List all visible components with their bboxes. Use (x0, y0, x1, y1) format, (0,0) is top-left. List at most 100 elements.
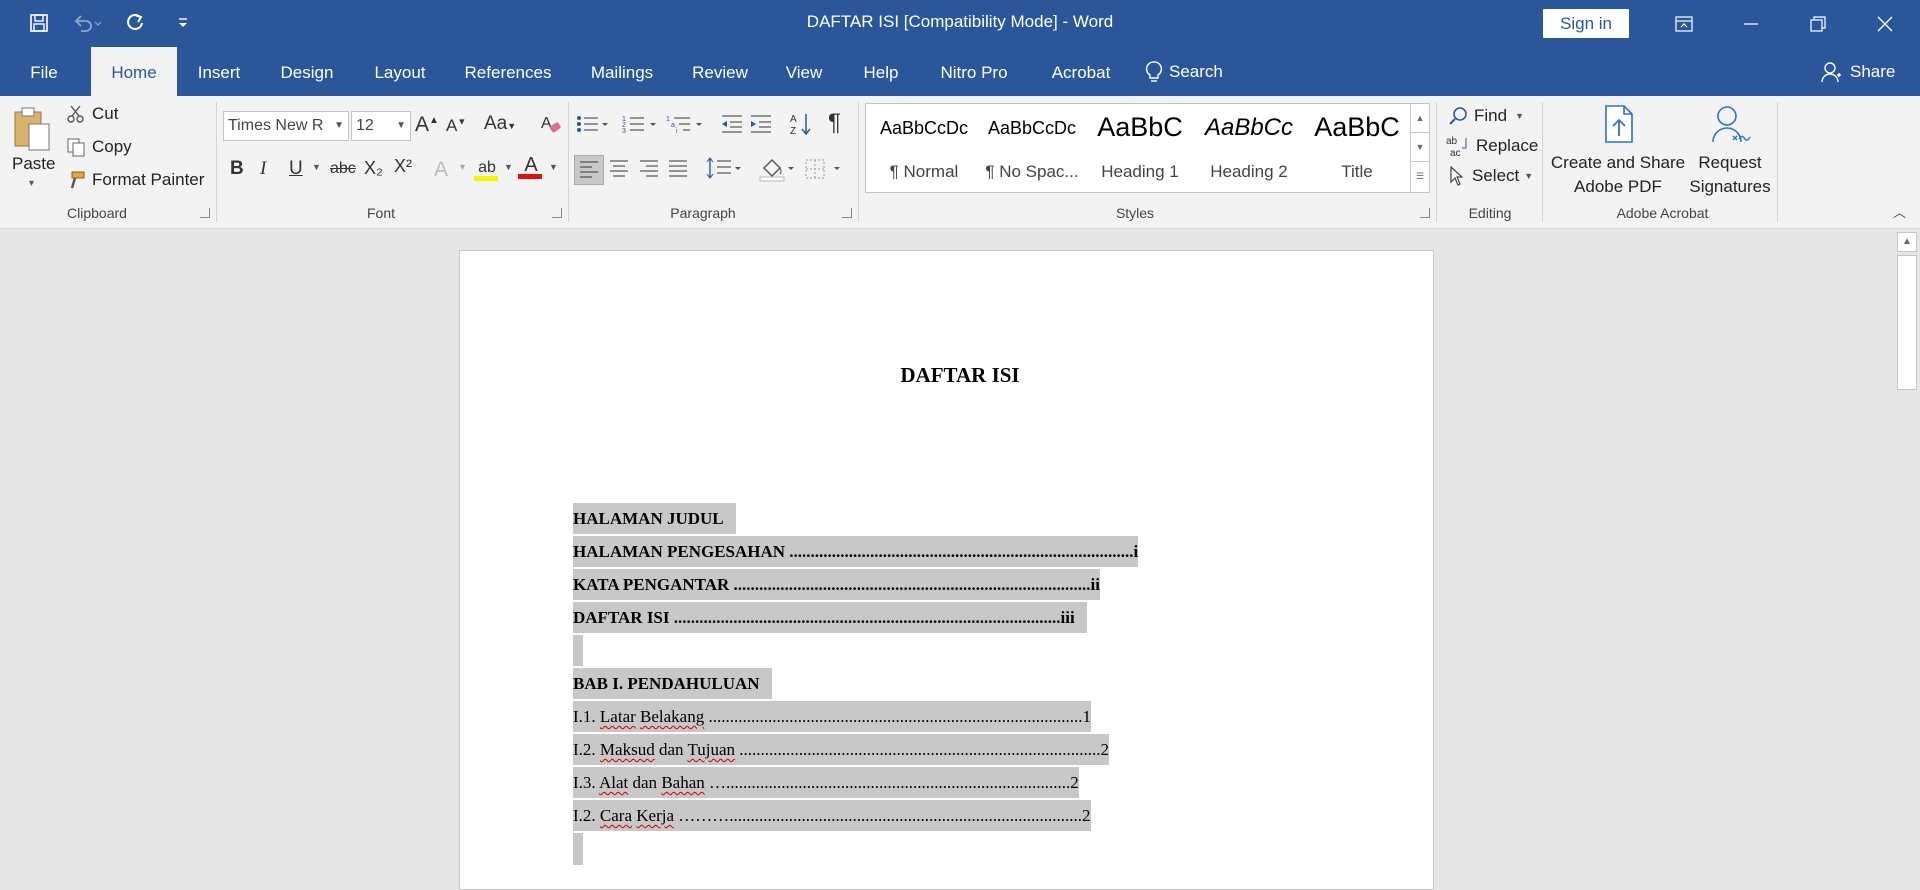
style-sample: AaBbC (1314, 112, 1400, 142)
sort-icon[interactable]: AZ (790, 112, 812, 142)
style-normal[interactable]: AaBbCcDc ¶ Normal (871, 104, 977, 192)
font-name-box[interactable]: Times New R ▼ (223, 111, 349, 141)
toc-entry: I.2. Maksud dan Tujuan .................… (573, 734, 1110, 765)
font-color-dropdown-icon[interactable]: ▼ (549, 162, 558, 172)
styles-launcher-icon[interactable] (1420, 208, 1430, 218)
align-left-button[interactable] (574, 155, 604, 185)
change-case-glyph: Aa (484, 113, 508, 134)
shrink-font-button[interactable]: A▼ (446, 116, 466, 136)
share-label: Share (1850, 61, 1896, 81)
style-heading-1[interactable]: AaBbC Heading 1 (1087, 104, 1193, 192)
gallery-down-icon[interactable]: ▼ (1411, 133, 1429, 162)
clear-formatting-icon[interactable]: A (540, 112, 562, 142)
style-title[interactable]: AaBbC Title (1304, 104, 1410, 192)
underline-button[interactable]: U (289, 158, 303, 180)
group-separator (1777, 102, 1778, 222)
tab-insert[interactable]: Insert (188, 47, 250, 96)
restore-icon[interactable] (1784, 0, 1851, 47)
tab-layout[interactable]: Layout (364, 47, 436, 96)
italic-button[interactable]: I (260, 158, 266, 180)
minimize-icon[interactable] (1717, 0, 1784, 47)
tab-references[interactable]: References (456, 47, 560, 96)
align-center-icon[interactable] (608, 159, 630, 185)
share-button[interactable]: Share (1820, 47, 1895, 96)
create-share-pdf-button[interactable]: Create and Share Adobe PDF (1547, 104, 1689, 200)
document-title: DAFTAR ISI (900, 363, 1020, 387)
cut-button[interactable]: Cut (66, 103, 118, 125)
scroll-thumb[interactable] (1897, 255, 1917, 390)
font-launcher-icon[interactable] (552, 208, 562, 218)
font-size-box[interactable]: 12 ▼ (351, 111, 411, 141)
tab-view[interactable]: View (776, 47, 832, 96)
text-effects-button[interactable]: A (434, 158, 448, 182)
copy-button[interactable]: Copy (66, 136, 132, 158)
style-heading-2[interactable]: AaBbCc Heading 2 (1195, 104, 1303, 192)
replace-button[interactable]: ab ac Replace (1446, 134, 1538, 158)
tab-design[interactable]: Design (270, 47, 344, 96)
bold-button[interactable]: B (230, 158, 244, 180)
gallery-more-icon[interactable]: ☰ (1411, 162, 1429, 191)
ribbon-display-options-icon[interactable] (1650, 0, 1717, 47)
select-label: Select (1472, 166, 1520, 185)
paintbrush-icon (70, 171, 85, 189)
font-name-value: Times New R (228, 117, 324, 134)
numbering-button[interactable]: 123 (622, 114, 658, 140)
select-button[interactable]: Select ▼ (1448, 164, 1533, 188)
svg-text:Z: Z (790, 126, 796, 136)
multilevel-list-button[interactable]: 1ai (666, 114, 706, 140)
tab-home[interactable]: Home (91, 47, 177, 96)
window-title: DAFTAR ISI [Compatibility Mode] - Word (806, 12, 1114, 31)
tab-file[interactable]: File (18, 47, 70, 96)
clipboard-group-label: Clipboard (67, 205, 127, 221)
tab-acrobat[interactable]: Acrobat (1038, 47, 1124, 96)
highlight-button[interactable]: ab (474, 156, 500, 181)
entry-word: Kerja (636, 806, 675, 825)
bullets-button[interactable] (576, 114, 610, 140)
request-signatures-button[interactable]: Request Signatures (1682, 104, 1778, 200)
increase-indent-icon[interactable] (749, 114, 773, 140)
gallery-up-icon[interactable]: ▲ (1411, 104, 1429, 133)
paste-button[interactable] (10, 106, 54, 152)
subscript-button[interactable]: X₂ (364, 158, 383, 179)
copy-icon (67, 138, 85, 157)
paragraph-launcher-icon[interactable] (842, 208, 852, 218)
tab-review[interactable]: Review (684, 47, 756, 96)
format-painter-button[interactable]: Format Painter (66, 169, 204, 191)
borders-icon[interactable] (804, 158, 844, 186)
shading-icon[interactable] (758, 156, 798, 188)
collapse-ribbon-icon[interactable]: ︿ (1893, 202, 1906, 221)
tab-help[interactable]: Help (852, 47, 910, 96)
show-marks-button[interactable]: ¶ (828, 109, 841, 137)
clipboard-launcher-icon[interactable] (200, 208, 210, 218)
toc-line: HALAMAN JUDUL (573, 503, 736, 534)
sign-in-button[interactable]: Sign in (1543, 9, 1629, 38)
font-color-button[interactable]: A (518, 154, 544, 179)
tab-nitro-pro[interactable]: Nitro Pro (930, 47, 1018, 96)
justify-icon[interactable] (667, 159, 689, 185)
tab-mailings[interactable]: Mailings (580, 47, 664, 96)
group-separator (1542, 102, 1543, 222)
font-size-value: 12 (356, 117, 374, 134)
superscript-button[interactable]: X² (394, 156, 412, 177)
change-case-button[interactable]: Aa▼ (484, 113, 516, 135)
underline-dropdown-icon[interactable]: ▼ (312, 162, 321, 172)
find-button[interactable]: Find ▼ (1448, 104, 1524, 128)
close-icon[interactable] (1851, 0, 1918, 47)
line-spacing-icon[interactable] (705, 157, 743, 187)
pdf-share-icon (1605, 105, 1633, 143)
strikethrough-button[interactable]: abc (330, 160, 356, 178)
scroll-up-icon[interactable]: ▲ (1897, 232, 1917, 252)
tell-me-search[interactable]: Search (1145, 47, 1223, 96)
entry-word: Tujuan (687, 740, 736, 759)
style-no-spacing[interactable]: AaBbCcDc ¶ No Spac... (979, 104, 1085, 192)
text-effects-dropdown-icon[interactable]: ▼ (458, 162, 467, 172)
acrobat-group-label: Adobe Acrobat (1616, 205, 1709, 221)
grow-font-button[interactable]: A▲ (415, 113, 439, 137)
vertical-scrollbar[interactable]: ▲ (1894, 229, 1920, 865)
align-right-icon[interactable] (638, 159, 660, 185)
decrease-indent-icon[interactable] (720, 114, 744, 140)
chevron-down-icon: ▼ (396, 120, 406, 131)
highlight-dropdown-icon[interactable]: ▼ (504, 162, 513, 172)
paste-dropdown-icon[interactable]: ▾ (29, 178, 34, 189)
style-sample: AaBbCcDc (987, 118, 1077, 138)
